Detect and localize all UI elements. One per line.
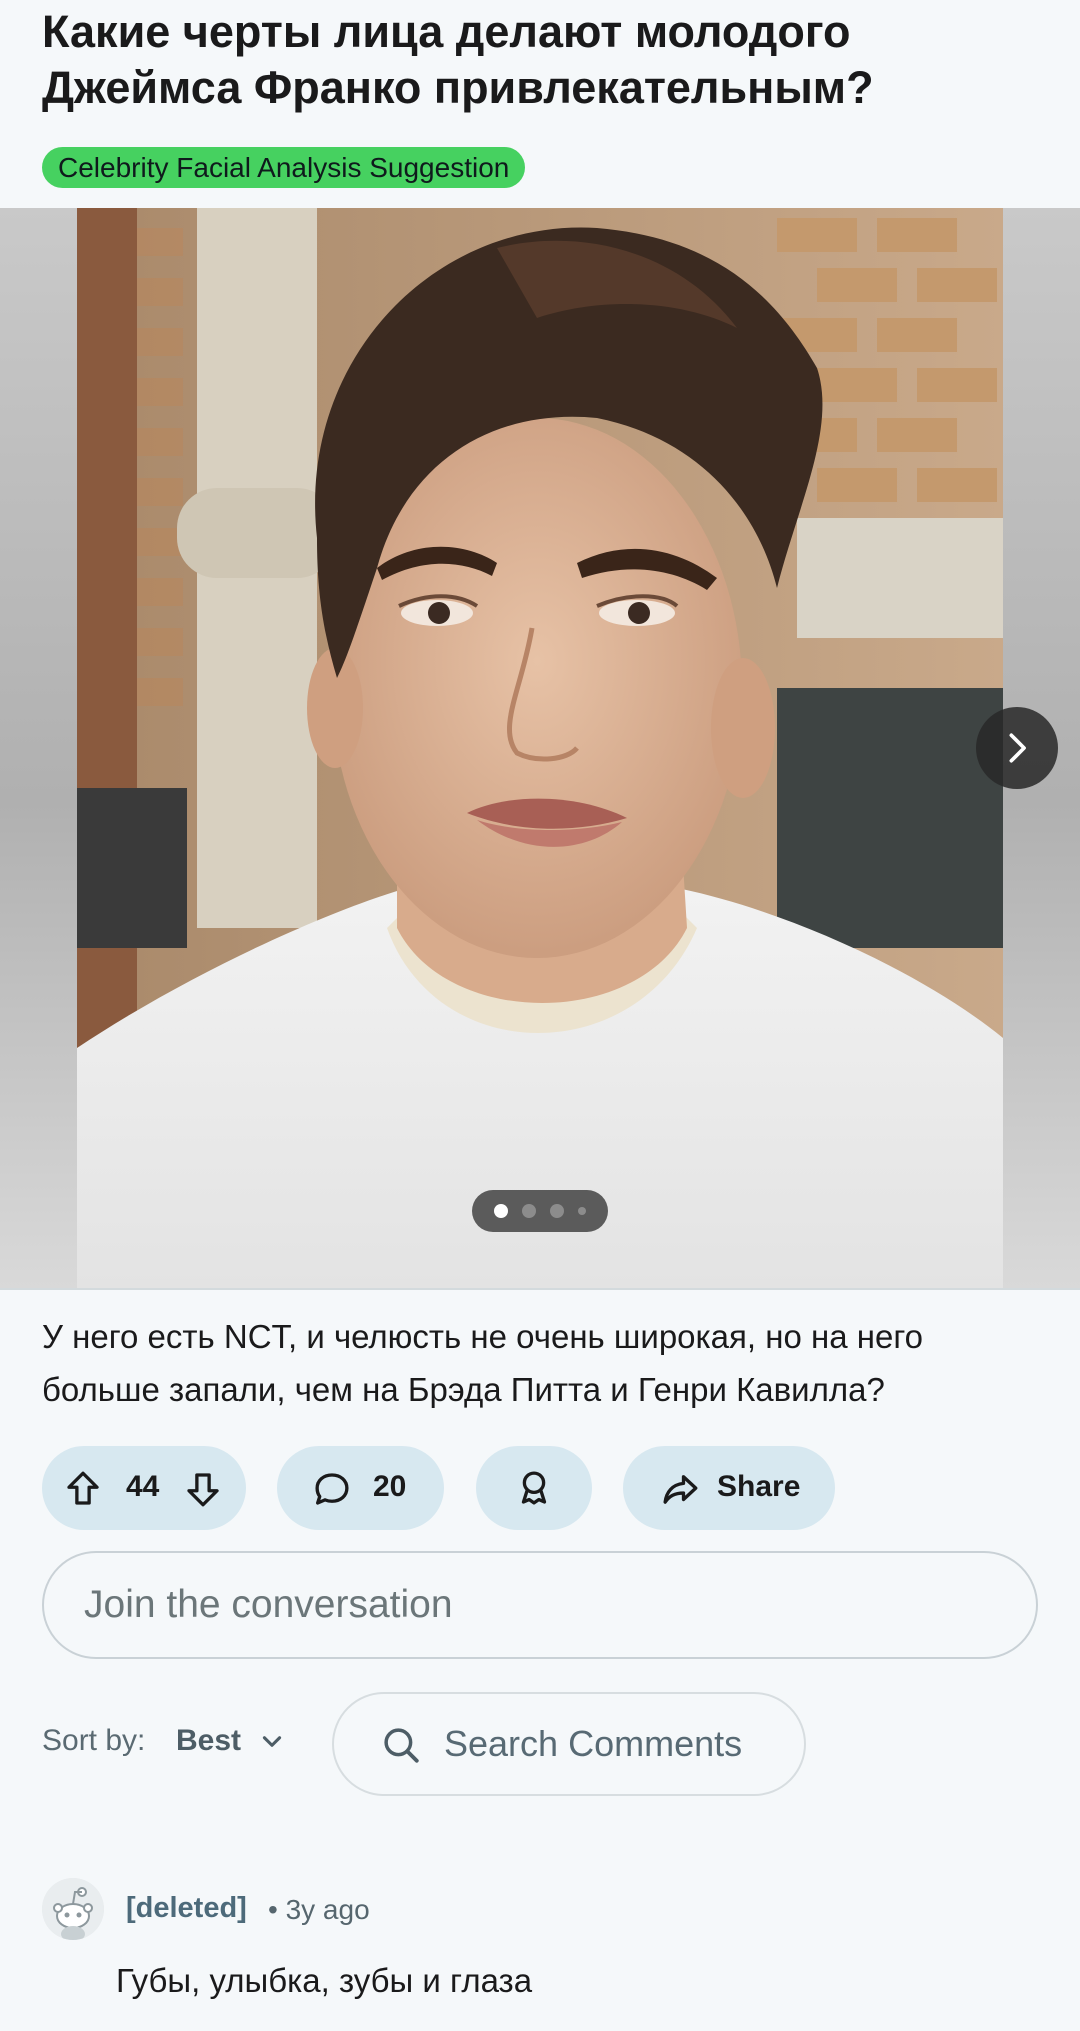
search-comments-box[interactable] [332, 1692, 806, 1796]
downvote-icon[interactable] [182, 1468, 224, 1510]
comment-item: [deleted] • 3y ago Губы, улыбка, зубы и … [42, 1878, 1042, 2018]
avatar[interactable] [42, 1878, 104, 1940]
post-image[interactable] [77, 208, 1003, 1288]
post-header: Какие черты лица делают молодого Джеймса… [0, 0, 1080, 208]
sort-dropdown[interactable]: Best [176, 1716, 285, 1766]
comment-author[interactable]: [deleted] [126, 1892, 247, 1925]
page-dot-active [494, 1204, 508, 1218]
post-title: Какие черты лица делают молодого Джеймса… [42, 6, 874, 113]
vote-bar: 44 [42, 1446, 246, 1530]
chevron-right-icon [1009, 733, 1026, 763]
gallery-page-indicator [472, 1190, 608, 1232]
page-dot [578, 1207, 586, 1215]
award-button[interactable] [476, 1446, 592, 1530]
comment-input[interactable] [84, 1553, 984, 1657]
post-body: У него есть NCT, и челюсть не очень широ… [42, 1318, 923, 1408]
divider [0, 1288, 1080, 1290]
vote-count: 44 [126, 1470, 160, 1503]
comment-count: 20 [373, 1470, 407, 1503]
comments-button[interactable]: 20 [277, 1446, 444, 1530]
upvote-icon[interactable] [62, 1468, 104, 1510]
post-flair[interactable]: Celebrity Facial Analysis Suggestion [42, 147, 526, 188]
award-icon [521, 1471, 547, 1505]
sort-value: Best [176, 1724, 242, 1757]
join-conversation-box[interactable] [42, 1551, 1038, 1659]
page-dot [550, 1204, 564, 1218]
next-image-button[interactable] [976, 707, 1058, 789]
page-dot [522, 1204, 536, 1218]
snoo-avatar-icon [42, 1878, 104, 1940]
share-label: Share [717, 1470, 801, 1503]
comment-icon [315, 1473, 349, 1505]
share-button[interactable]: Share [623, 1446, 835, 1530]
share-icon [663, 1475, 698, 1504]
chevron-down-icon [262, 1736, 282, 1747]
comment-timestamp: • 3y ago [268, 1894, 370, 1925]
sort-label: Sort by: [42, 1724, 146, 1757]
search-comments-input[interactable] [444, 1694, 784, 1794]
image-gallery[interactable] [0, 208, 1080, 1288]
comment-text: Губы, улыбка, зубы и глаза [116, 1962, 533, 1999]
search-icon [384, 1728, 419, 1763]
